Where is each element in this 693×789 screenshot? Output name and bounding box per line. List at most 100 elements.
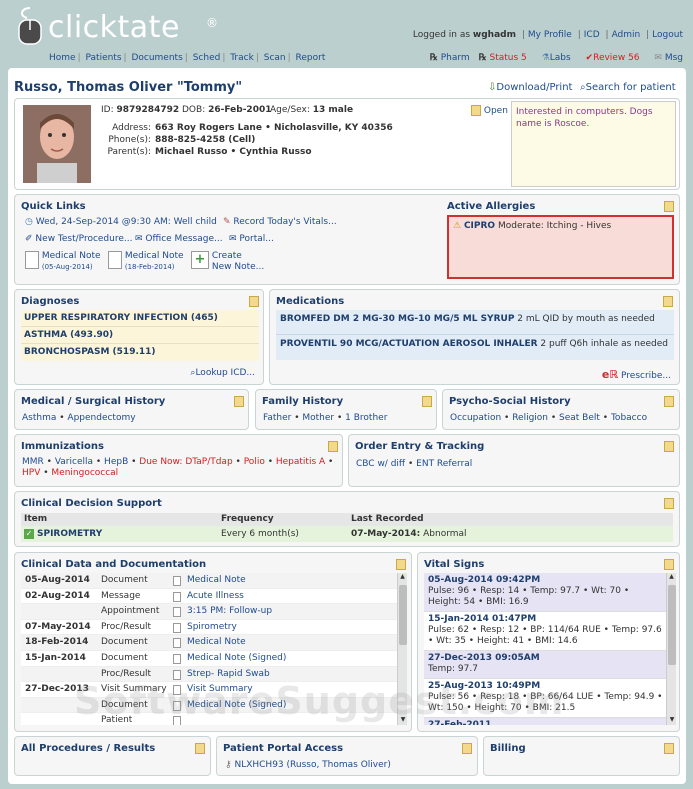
- note-icon[interactable]: [462, 743, 472, 754]
- msg-link[interactable]: ✉ Msg: [648, 53, 683, 63]
- vital-entry[interactable]: 15-Jan-2014 01:47PM Pulse: 62 • Resp: 12 …: [424, 612, 666, 651]
- note-icon[interactable]: [664, 201, 674, 212]
- medication-item[interactable]: PROVENTIL 90 MCG/ACTUATION AEROSOL INHAL…: [276, 335, 674, 360]
- clinical-row[interactable]: Document Medical Note (Signed): [21, 697, 397, 714]
- psych-item[interactable]: Seat Belt: [559, 413, 600, 423]
- immunization-due-item[interactable]: Polio: [244, 457, 265, 467]
- nav-scan[interactable]: Scan: [264, 53, 286, 63]
- status-link[interactable]: ℞ Status 5: [479, 53, 527, 63]
- record-vitals-link[interactable]: ✎ Record Today's Vitals...: [223, 217, 337, 227]
- patient-note[interactable]: Interested in computers. Dogs name is Ro…: [511, 101, 676, 187]
- review-link[interactable]: ✔Review 56: [580, 53, 640, 63]
- history-item[interactable]: Asthma: [22, 413, 56, 423]
- immunization-item[interactable]: Varicella: [55, 457, 93, 467]
- open-button[interactable]: Open: [471, 105, 508, 116]
- vital-entry[interactable]: 27-Feb-2011: [424, 718, 666, 725]
- clinical-row-description[interactable]: Acute Illness: [187, 589, 244, 605]
- scroll-thumb[interactable]: [399, 585, 407, 645]
- immunization-due-item[interactable]: Meningococcal: [51, 468, 118, 478]
- search-patient-button[interactable]: ⌕Search for patient: [580, 82, 676, 93]
- note-icon[interactable]: [664, 559, 674, 570]
- pharm-link[interactable]: ℞ Pharm: [430, 53, 470, 63]
- order-item[interactable]: CBC w/ diff: [356, 459, 405, 469]
- prescribe-link[interactable]: eℝ Prescribe...: [602, 368, 671, 381]
- note-icon[interactable]: [664, 498, 674, 509]
- vital-entry[interactable]: 27-Dec-2013 09:05AM Temp: 97.7: [424, 651, 666, 679]
- portal-link[interactable]: ✉ Portal...: [229, 234, 274, 244]
- note-icon[interactable]: [664, 441, 674, 452]
- nav-documents[interactable]: Documents: [131, 53, 182, 63]
- clinical-row[interactable]: 15-Jan-2014 Document Medical Note (Signed): [21, 650, 397, 667]
- clinical-row-description[interactable]: 3:15 PM: Follow-up: [187, 604, 272, 620]
- create-note-button[interactable]: + Create New Note...: [191, 251, 264, 273]
- clinical-row[interactable]: Proc/Result Strep- Rapid Swab: [21, 666, 397, 683]
- clinical-row[interactable]: Patient: [21, 713, 397, 725]
- psych-item[interactable]: Tobacco: [611, 413, 647, 423]
- family-item[interactable]: Mother: [302, 413, 334, 423]
- nav-sched[interactable]: Sched: [193, 53, 221, 63]
- scroll-thumb[interactable]: [668, 585, 676, 665]
- portal-account-link[interactable]: ⚷ NLXHCH93 (Russo, Thomas Oliver): [225, 760, 391, 770]
- appointment-link[interactable]: ◷ Wed, 24-Sep-2014 @9:30 AM: Well child: [25, 217, 217, 227]
- clinical-row[interactable]: 18-Feb-2014 Document Medical Note: [21, 635, 397, 651]
- clinical-row-description[interactable]: Strep- Rapid Swab: [187, 667, 270, 683]
- download-print-button[interactable]: ⇩Download/Print: [488, 82, 572, 93]
- psych-item[interactable]: Religion: [512, 413, 548, 423]
- scroll-down-icon[interactable]: ▼: [398, 716, 408, 725]
- note-icon[interactable]: [195, 743, 205, 754]
- note-icon[interactable]: [234, 396, 244, 407]
- family-item[interactable]: 1 Brother: [345, 413, 387, 423]
- history-item[interactable]: Appendectomy: [67, 413, 135, 423]
- diagnosis-item[interactable]: BRONCHOSPASM (519.11): [21, 344, 259, 361]
- clinical-row[interactable]: 02-Aug-2014 Message Acute Illness: [21, 588, 397, 605]
- immunization-item[interactable]: MMR: [22, 457, 44, 467]
- note-icon[interactable]: [249, 296, 259, 307]
- vital-entry[interactable]: 05-Aug-2014 09:42PM Pulse: 96 • Resp: 14 …: [424, 573, 666, 612]
- clinical-row[interactable]: 05-Aug-2014 Document Medical Note: [21, 573, 397, 589]
- clinical-row-description[interactable]: Spirometry: [187, 620, 237, 636]
- immunization-due-item[interactable]: HPV: [22, 468, 40, 478]
- note-icon[interactable]: [328, 441, 338, 452]
- medical-note-link-2[interactable]: Medical Note (18-Feb-2014): [108, 251, 184, 273]
- admin-link[interactable]: Admin: [612, 30, 641, 40]
- nav-patients[interactable]: Patients: [86, 53, 122, 63]
- my-profile-link[interactable]: My Profile: [528, 30, 572, 40]
- lookup-icd-link[interactable]: ⌕Lookup ICD...: [190, 368, 255, 378]
- office-message-link[interactable]: ✉ Office Message...: [135, 234, 223, 244]
- logout-link[interactable]: Logout: [652, 30, 683, 40]
- clinical-row[interactable]: Appointment 3:15 PM: Follow-up: [21, 604, 397, 620]
- clinical-row-description[interactable]: Medical Note: [187, 573, 246, 589]
- nav-home[interactable]: Home: [49, 53, 76, 63]
- medication-item[interactable]: BROMFED DM 2 MG-30 MG-10 MG/5 ML SYRUP 2…: [276, 310, 674, 335]
- clinical-row[interactable]: 07-May-2014 Proc/Result Spirometry: [21, 619, 397, 636]
- vital-entry[interactable]: 25-Aug-2013 10:49PM Pulse: 56 • Resp: 18 …: [424, 679, 666, 718]
- clinical-row-description[interactable]: Visit Summary: [187, 682, 253, 698]
- clinical-row-description[interactable]: Medical Note (Signed): [187, 698, 286, 714]
- immunization-due-item[interactable]: Hepatitis A: [276, 457, 325, 467]
- nav-track[interactable]: Track: [230, 53, 254, 63]
- clinical-row-description[interactable]: Medical Note: [187, 635, 246, 651]
- clinical-row-description[interactable]: Medical Note (Signed): [187, 651, 286, 667]
- clinical-row[interactable]: 27-Dec-2013 Visit Summary Visit Summary: [21, 682, 397, 698]
- note-icon[interactable]: [663, 296, 673, 307]
- scroll-up-icon[interactable]: ▲: [667, 573, 676, 582]
- scroll-down-icon[interactable]: ▼: [667, 716, 677, 725]
- scroll-up-icon[interactable]: ▲: [398, 573, 407, 582]
- psych-item[interactable]: Occupation: [450, 413, 501, 423]
- note-icon[interactable]: [422, 396, 432, 407]
- allergies-box[interactable]: ⚠ CIPRO Moderate: Itching - Hives: [447, 215, 674, 279]
- note-icon[interactable]: [664, 396, 674, 407]
- nav-report[interactable]: Report: [296, 53, 326, 63]
- cds-row[interactable]: ✓ SPIROMETRY Every 6 month(s) 07-May-201…: [21, 526, 673, 542]
- order-item[interactable]: ENT Referral: [416, 459, 472, 469]
- scrollbar[interactable]: ▲ ▼: [397, 573, 407, 725]
- family-item[interactable]: Father: [263, 413, 291, 423]
- note-icon[interactable]: [664, 743, 674, 754]
- diagnosis-item[interactable]: UPPER RESPIRATORY INFECTION (465): [21, 310, 259, 327]
- icd-link[interactable]: ICD: [584, 30, 600, 40]
- immunization-due-item[interactable]: Due Now: DTaP/Tdap: [139, 457, 232, 467]
- scrollbar[interactable]: ▲ ▼: [666, 573, 676, 725]
- diagnosis-item[interactable]: ASTHMA (493.90): [21, 327, 259, 344]
- medical-note-link-1[interactable]: Medical Note (05-Aug-2014): [25, 251, 101, 273]
- labs-link[interactable]: ⚗Labs: [536, 53, 571, 63]
